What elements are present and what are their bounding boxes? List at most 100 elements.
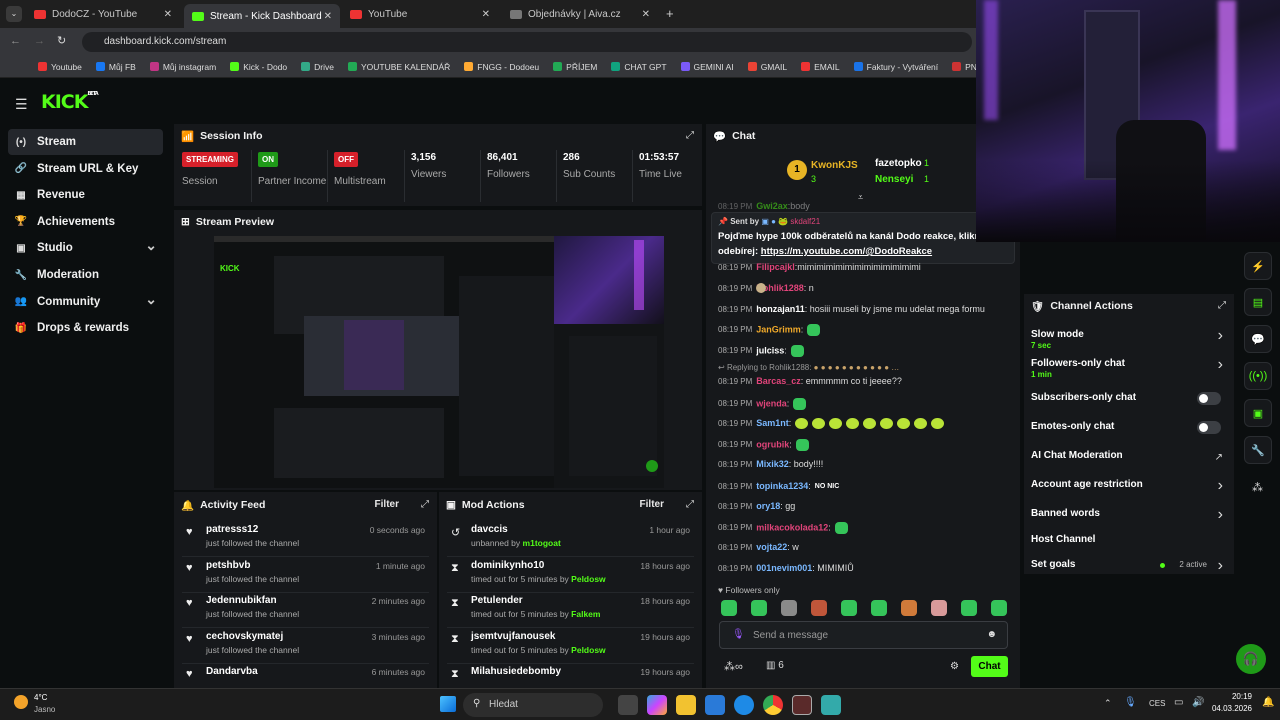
language-indicator[interactable]: CES [1149,699,1165,708]
browser-tab-active[interactable]: Stream - Kick Dashboard ✕ [184,4,340,28]
chat-message[interactable]: 08:19 PM wjenda: [718,398,807,410]
mod-action-row[interactable]: ↺ davccis unbanned by m1togoat 1 hour ago [447,522,694,558]
clock-time[interactable]: 20:19 [1212,692,1252,701]
bookmark-item[interactable]: GMAIL [747,62,787,72]
tab-list-button[interactable]: ⌄ [6,6,22,22]
emote-icon[interactable] [751,600,767,616]
close-tab-icon[interactable]: ✕ [642,9,650,20]
sidebar-item[interactable]: 🎁 Drops & rewards [8,315,163,341]
chat-message[interactable]: 08:19 PM Filipcajkl:mimimimimimimimimimim… [718,262,921,272]
chat-username[interactable]: wjenda [756,398,787,408]
bookmark-item[interactable]: GEMINI AI [680,62,734,72]
chevron-down-icon[interactable]: ⌄ [145,291,157,308]
chat-input[interactable]: 🎙 Send a message ☻ [719,621,1008,649]
bookmark-item[interactable]: YOUTUBE KALENDÁŘ [347,62,450,72]
emote-icon[interactable] [811,600,827,616]
leader-name[interactable]: fazetopko [875,158,922,169]
chat-username[interactable]: vojta22 [756,542,787,552]
chat-message[interactable]: 08:19 PM Mixik32: body!!!! [718,459,823,469]
channel-action-row[interactable]: Host Channel [1031,534,1227,562]
chevron-right-icon[interactable]: › [1218,477,1223,495]
mod-action-row[interactable]: ⧗ dominikynho10 timed out for 5 minutes by… [447,558,694,594]
emote-icon[interactable] [781,600,797,616]
kick-logo[interactable]: KICKBETA [41,91,99,113]
activity-user[interactable]: Jedennubikfan [206,595,277,606]
collapse-leaderboard-icon[interactable]: ⩡ [858,192,863,203]
chat-bubble-icon[interactable]: 💬 [1244,325,1272,353]
new-tab-icon[interactable]: + [666,6,674,21]
channel-action-row[interactable]: Emotes-only chat [1031,421,1227,449]
sidebar-item[interactable]: ▦ Revenue [8,182,163,208]
chat-username[interactable]: Filipcajkl [756,262,795,272]
mail-icon[interactable] [705,695,725,715]
chevron-right-icon[interactable]: › [1218,506,1223,524]
chat-message[interactable]: 08:19 PM Barcas_cz: emmmmm co ti jeeee?? [718,376,902,386]
emote-quick-bar[interactable] [721,600,1021,619]
sidebar-item[interactable]: 👥 Community ⌄ [8,289,163,315]
reload-icon[interactable]: ↻ [57,34,66,47]
mic-tray-icon[interactable]: 🎙 [1124,697,1137,708]
expand-icon[interactable]: ⤢ [686,499,694,510]
activity-row[interactable]: ♥ petshbvb just followed the channel 1 minu… [182,558,429,594]
chat-username[interactable]: milkacokolada12 [756,522,828,532]
emote-icon[interactable] [871,600,887,616]
browser-tab[interactable]: DodoCZ - YouTube ✕ [26,4,180,24]
chat-settings-icon[interactable]: ⚙ [950,661,959,672]
leader-name[interactable]: KwonKJS [811,160,858,171]
chat-username[interactable]: Gwi2ax [756,201,788,211]
windows-start-icon[interactable] [440,696,456,712]
bookmark-item[interactable]: Můj instagram [149,62,216,72]
emote-icon[interactable] [931,600,947,616]
menu-icon[interactable]: ☰ [15,96,28,113]
emote-icon[interactable] [991,600,1007,616]
support-headset-icon[interactable]: 🎧 [1236,644,1266,674]
chat-username[interactable]: Barcas_cz [756,376,801,386]
sidebar-item[interactable]: 🔧 Moderation [8,262,163,288]
external-link-icon[interactable]: ↗ [1215,452,1223,463]
chat-message[interactable]: 08:19 PM Sam1nt: [718,418,945,430]
channel-action-row[interactable]: Slow mode › 7 sec [1031,327,1227,357]
taskbar-search[interactable]: ⚲ Hledat [463,693,603,717]
filter-button[interactable]: Filter [640,499,664,510]
bookmark-item[interactable]: Drive [301,62,334,72]
chat-username[interactable]: 001nevim001 [756,563,812,573]
chevron-right-icon[interactable]: › [1218,557,1223,575]
network-icon[interactable]: ▭ [1174,697,1183,708]
chat-message[interactable]: 08:19 PM vojta22: w [718,542,799,552]
bookmark-item[interactable]: CHAT GPT [611,62,667,72]
mod-action-row[interactable]: ⧗ Petulender timed out for 5 minutes by Fa… [447,593,694,629]
chat-username[interactable]: julciss [756,345,784,355]
activity-user[interactable]: cechovskymatej [206,631,283,642]
notepad-icon[interactable] [821,695,841,715]
lightning-icon[interactable]: ⚡ [1244,252,1272,280]
emote-icon[interactable] [841,600,857,616]
expand-icon[interactable]: ⤢ [1218,300,1226,311]
chrome-icon[interactable] [763,695,783,715]
activity-user[interactable]: patresss12 [206,524,258,535]
chat-message[interactable]: 08:19 PM JanGrimm: [718,324,821,336]
activity-row[interactable]: ♥ cechovskymatej just followed the channel… [182,629,429,665]
channel-action-row[interactable]: Banned words › [1031,506,1227,536]
chat-message[interactable]: 08:19 PM honzajan11: hosiii museli by jsm… [718,304,985,314]
file-explorer-icon[interactable] [676,695,696,715]
mod-target-user[interactable]: Petulender [471,595,523,606]
clipboard-icon[interactable]: ▤ [1244,288,1272,316]
moderator-name[interactable]: m1togoat [523,538,561,548]
channel-action-row[interactable]: Set goals › 2 active [1031,557,1227,587]
sidebar-item[interactable]: (•) Stream [8,129,163,155]
tray-chevron-icon[interactable]: ⌃ [1104,698,1112,709]
stream-preview-video[interactable]: KICK [214,236,664,488]
chat-username[interactable]: ory18 [756,501,780,511]
chat-username[interactable]: honzajan11 [756,304,805,314]
pinned-link[interactable]: https://m.youtube.com/@DodoReakce [761,246,932,257]
wrench-icon[interactable]: 🔧 [1244,436,1272,464]
infinity-icon[interactable]: ⁂∞ [724,660,743,673]
browser-tab[interactable]: Objednávky | Aiva.cz ✕ [502,4,658,24]
chat-username[interactable]: Mixik32 [756,459,789,469]
chat-username[interactable]: Sam1nt [756,418,789,428]
chat-message[interactable]: 08:19 PM julciss: [718,345,804,357]
pinned-message[interactable]: 📌 Sent by ▣ ● 🐸 skdalf21 Pojďme hype 100… [711,212,1015,264]
bookmark-item[interactable]: Můj FB [95,62,136,72]
chat-message[interactable]: 08:19 PM Gwi2ax:body [718,201,810,211]
chat-message[interactable]: 08:19 PM topinka1234: NO NIC [718,481,839,491]
